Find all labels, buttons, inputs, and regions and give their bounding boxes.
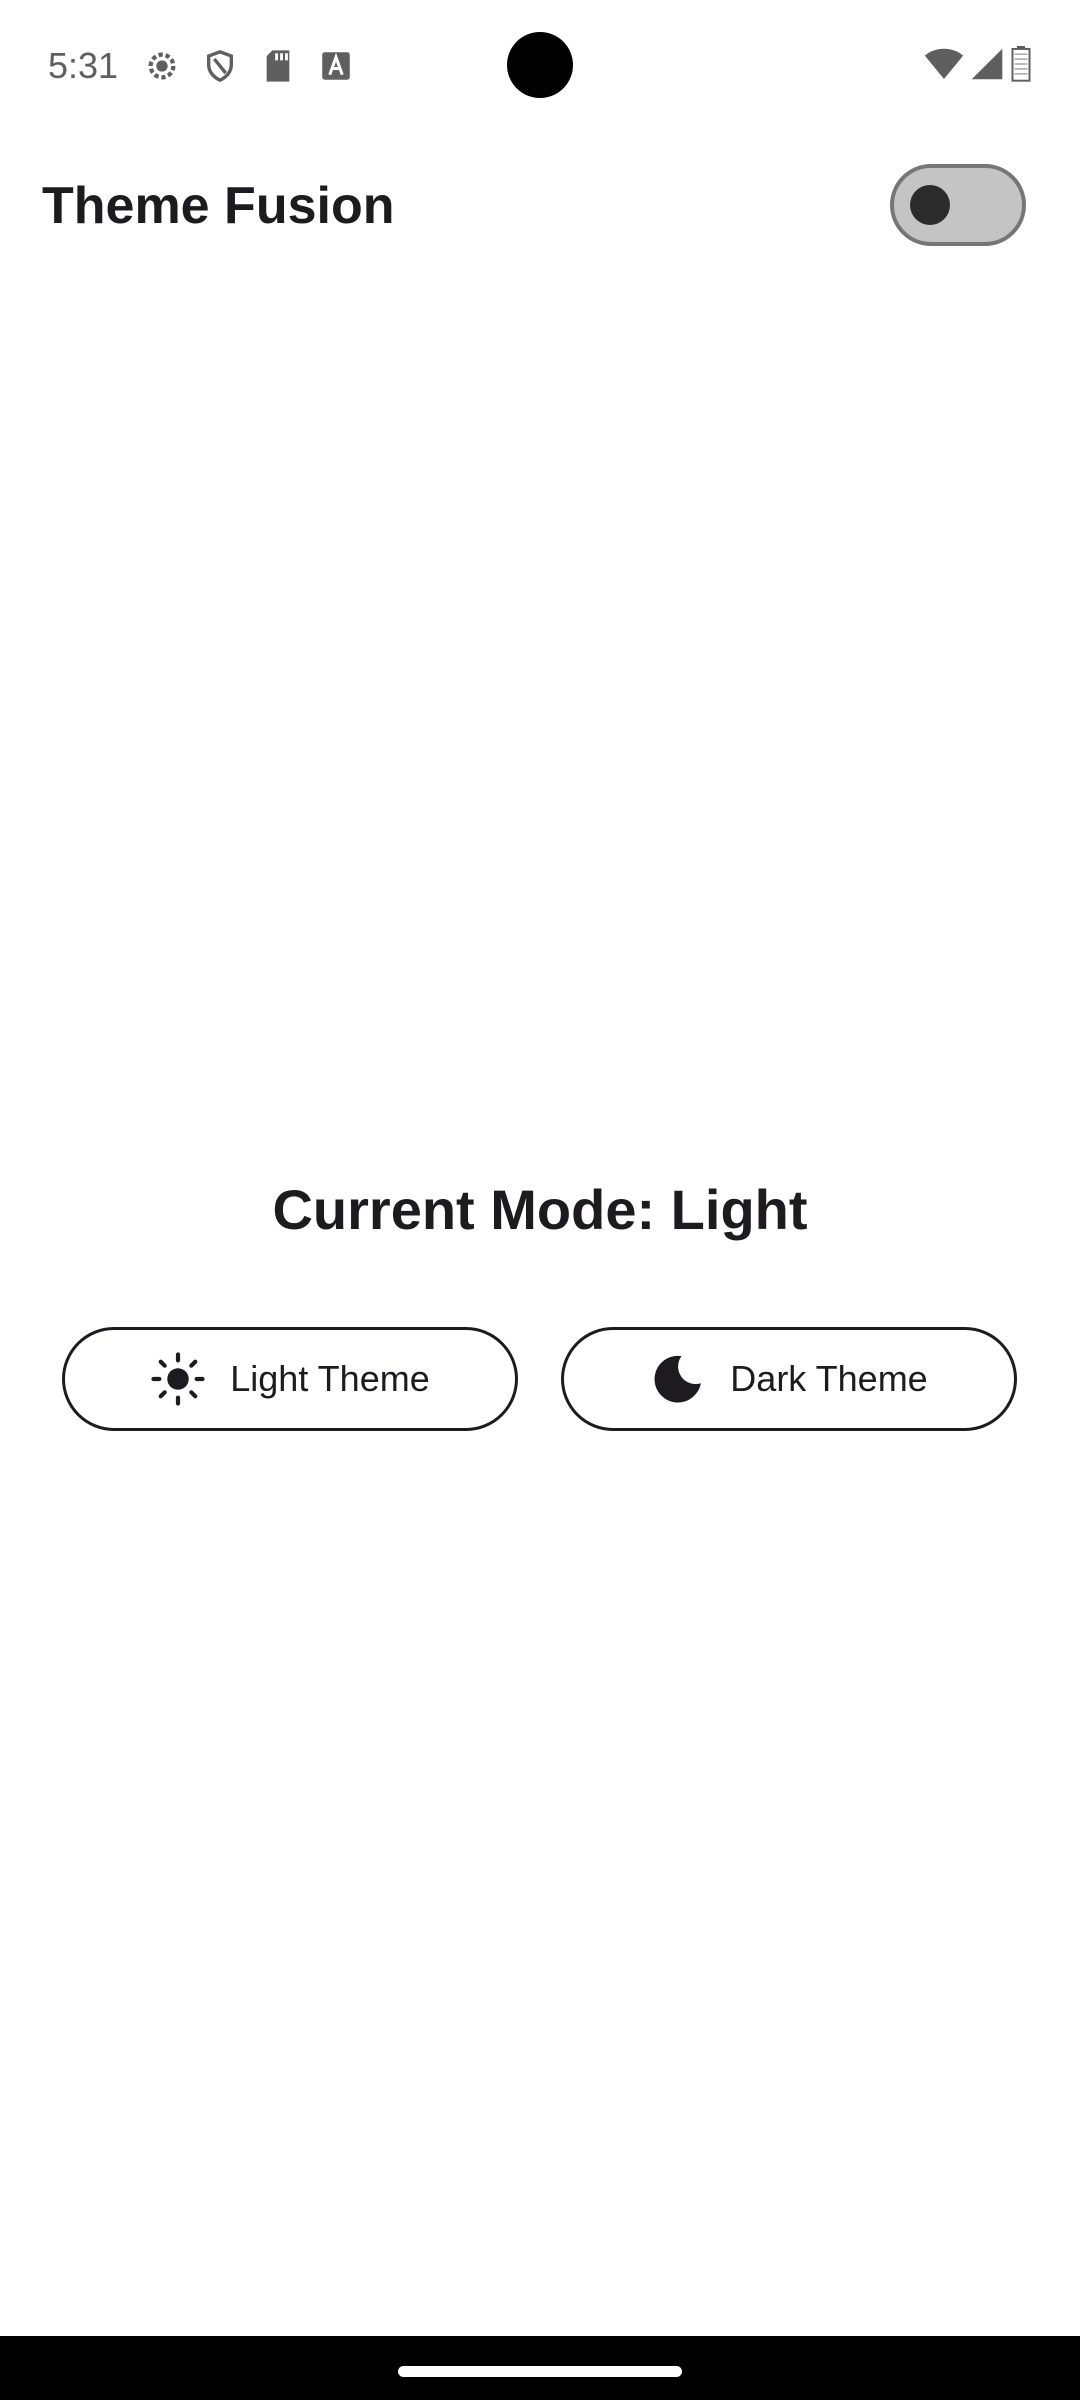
moon-icon	[650, 1351, 706, 1407]
light-theme-button[interactable]: Light Theme	[62, 1327, 518, 1431]
sd-card-icon	[260, 48, 296, 84]
wifi-icon	[924, 47, 964, 86]
light-theme-label: Light Theme	[230, 1358, 430, 1399]
battery-icon	[1010, 45, 1032, 87]
camera-cutout	[507, 32, 573, 98]
current-mode-label: Current Mode: Light	[272, 1178, 808, 1241]
app-title: Theme Fusion	[42, 177, 395, 235]
font-a-icon	[318, 48, 354, 84]
sun-icon	[150, 1351, 206, 1407]
status-time: 5:31	[48, 45, 119, 86]
settings-sync-icon	[144, 48, 180, 84]
app-bar: Theme Fusion	[0, 140, 1080, 272]
dark-mode-switch[interactable]	[890, 164, 1026, 246]
switch-thumb	[910, 185, 950, 225]
home-gesture-handle[interactable]	[398, 2366, 682, 2377]
dark-theme-button[interactable]: Dark Theme	[561, 1327, 1017, 1431]
shield-icon	[202, 48, 238, 84]
screen: 5:31 Theme Fusion Current Mode: Light Li…	[0, 0, 1080, 2400]
navigation-bar	[0, 2336, 1080, 2400]
status-icons-right	[924, 45, 1032, 87]
status-bar: 5:31	[0, 0, 1080, 132]
status-icons-left	[144, 46, 354, 86]
dark-theme-label: Dark Theme	[730, 1358, 928, 1399]
signal-icon	[970, 47, 1004, 86]
